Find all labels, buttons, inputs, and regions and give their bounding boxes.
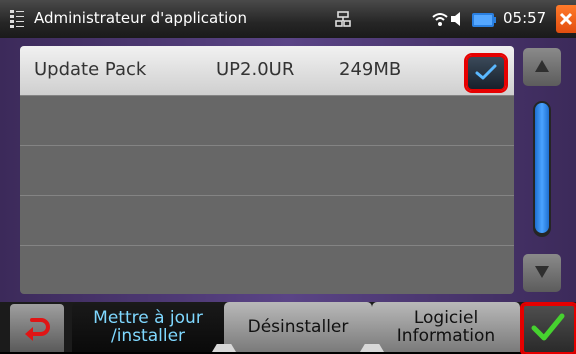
list-item	[20, 196, 514, 246]
back-arrow-icon	[25, 318, 50, 341]
package-name: Update Pack	[34, 59, 147, 80]
tab-label-line1: Logiciel	[413, 308, 479, 328]
network-icon	[335, 11, 351, 27]
scrollbar[interactable]	[520, 46, 564, 294]
back-button[interactable]	[10, 304, 64, 352]
clock: 05:57	[503, 9, 547, 27]
scroll-thumb[interactable]	[535, 103, 549, 233]
tab-label-line1: Mettre à jour	[93, 308, 203, 328]
tab-update-install[interactable]: Mettre à jour /installer	[72, 302, 224, 352]
tab-uninstall[interactable]: Désinstaller	[212, 302, 372, 352]
triangle-up-icon	[535, 60, 549, 72]
wifi-icon	[432, 11, 448, 27]
battery-icon	[472, 12, 496, 27]
bottom-toolbar: Mettre à jour /installer Désinstaller Lo…	[0, 302, 576, 354]
scroll-track[interactable]	[533, 101, 551, 237]
main-panel: Update Pack UP2.0UR 249MB	[0, 38, 576, 302]
package-list: Update Pack UP2.0UR 249MB	[20, 46, 514, 294]
app-manager-icon	[10, 10, 24, 28]
checkmark-icon	[531, 313, 565, 341]
status-bar: Administrateur d'application 05:57	[0, 0, 576, 38]
package-version: UP2.0UR	[216, 59, 295, 80]
speaker-icon	[451, 11, 463, 27]
checkmark-icon	[475, 64, 497, 80]
tab-software-information[interactable]: Logiciel Information	[360, 302, 520, 352]
tab-label-line1: Désinstaller	[247, 317, 349, 337]
list-item[interactable]: Update Pack UP2.0UR 249MB	[20, 46, 514, 96]
confirm-button[interactable]	[522, 304, 576, 354]
list-item	[20, 246, 514, 294]
package-size: 249MB	[339, 59, 402, 80]
scroll-down-button[interactable]	[523, 254, 561, 292]
triangle-down-icon	[535, 266, 549, 278]
select-checkbox[interactable]	[466, 55, 506, 91]
close-button[interactable]	[556, 5, 576, 33]
list-item	[20, 146, 514, 196]
window-title: Administrateur d'application	[34, 9, 247, 27]
close-icon	[559, 12, 573, 26]
tab-label-line2: Information	[396, 326, 496, 346]
list-item	[20, 96, 514, 146]
scroll-up-button[interactable]	[523, 48, 561, 86]
tab-label-line2: /installer	[110, 326, 186, 346]
